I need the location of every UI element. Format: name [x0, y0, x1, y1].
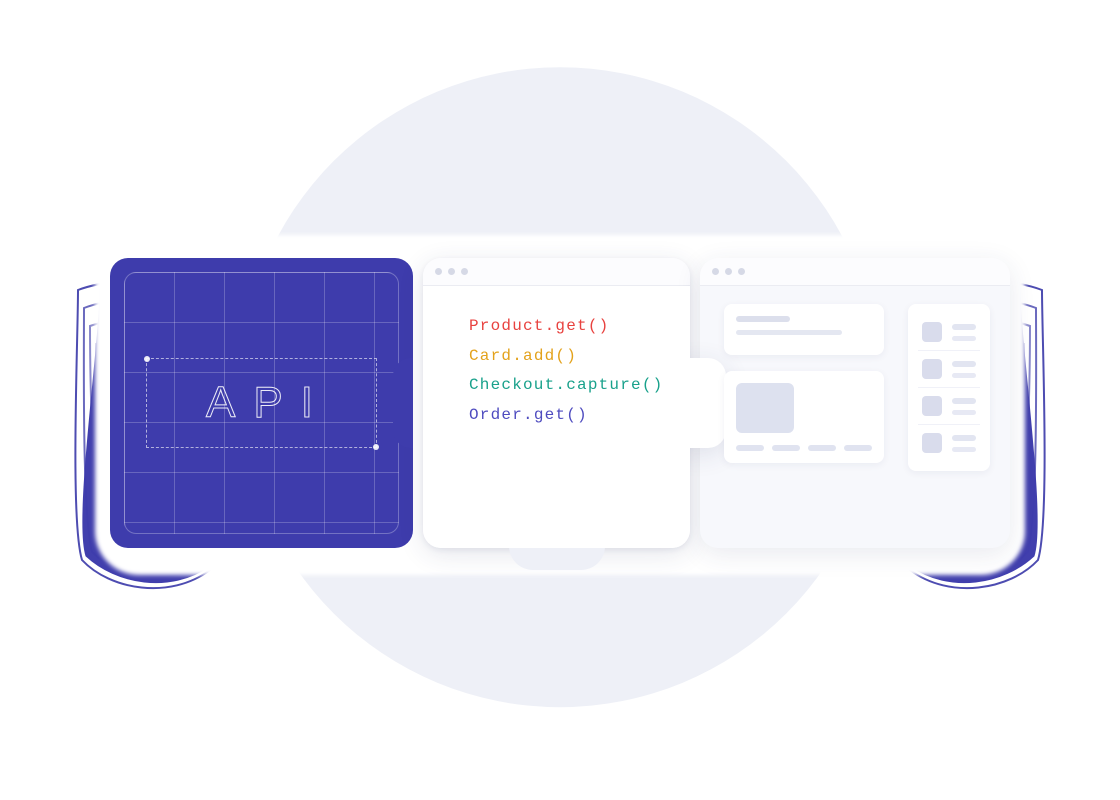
dashboard-col-left — [724, 304, 884, 526]
placeholder-line — [736, 316, 790, 322]
dashboard-body — [700, 286, 1010, 548]
placeholder-line — [952, 373, 976, 378]
placeholder-thumb — [922, 359, 942, 379]
placeholder-line — [736, 330, 842, 335]
code-puzzle-piece: Product.get()Card.add()Checkout.capture(… — [423, 258, 690, 548]
code-object: Order — [469, 406, 523, 424]
window-dot-icon — [738, 268, 745, 275]
placeholder-line — [952, 447, 976, 452]
window-dot-icon — [461, 268, 468, 275]
placeholder-line — [952, 324, 976, 330]
puzzle-tab-right — [393, 358, 413, 448]
code-line: Card.add() — [469, 342, 676, 372]
placeholder-line — [952, 336, 976, 341]
placeholder-dashes — [736, 445, 872, 451]
list-item — [918, 387, 980, 424]
list-panel — [908, 304, 990, 471]
window-chrome — [700, 258, 1010, 286]
code-object: Checkout — [469, 376, 555, 394]
code-body: Product.get()Card.add()Checkout.capture(… — [423, 286, 690, 548]
info-panel — [724, 304, 884, 355]
code-line: Order.get() — [469, 401, 676, 431]
window-dot-icon — [448, 268, 455, 275]
list-item — [918, 424, 980, 461]
placeholder-thumb — [736, 383, 794, 433]
placeholder-thumb — [922, 433, 942, 453]
code-object: Card — [469, 347, 512, 365]
code-line: Product.get() — [469, 312, 676, 342]
api-text: API — [192, 378, 331, 428]
api-label-frame: API — [146, 358, 377, 448]
list-item — [918, 314, 980, 350]
window-chrome — [423, 258, 690, 286]
placeholder-line — [952, 435, 976, 441]
placeholder-line — [952, 410, 976, 415]
info-panel — [724, 371, 884, 463]
api-puzzle-piece: API — [110, 258, 413, 548]
dashboard-col-right — [908, 304, 990, 526]
puzzle-row: API Product.get()Card.add()Checkout.capt… — [110, 258, 1010, 548]
code-method: .capture() — [555, 376, 663, 394]
list-item — [918, 350, 980, 387]
placeholder-line — [952, 361, 976, 367]
code-method: .get() — [523, 406, 588, 424]
window-dot-icon — [435, 268, 442, 275]
placeholder-thumb — [922, 322, 942, 342]
diagram-stage: API Product.get()Card.add()Checkout.capt… — [0, 0, 1120, 800]
window-dot-icon — [725, 268, 732, 275]
code-object: Product — [469, 317, 545, 335]
code-method: .add() — [512, 347, 577, 365]
placeholder-line — [952, 398, 976, 404]
code-line: Checkout.capture() — [469, 371, 676, 401]
code-method: .get() — [545, 317, 610, 335]
placeholder-thumb — [922, 396, 942, 416]
dashboard-puzzle-piece — [700, 258, 1010, 548]
window-dot-icon — [712, 268, 719, 275]
